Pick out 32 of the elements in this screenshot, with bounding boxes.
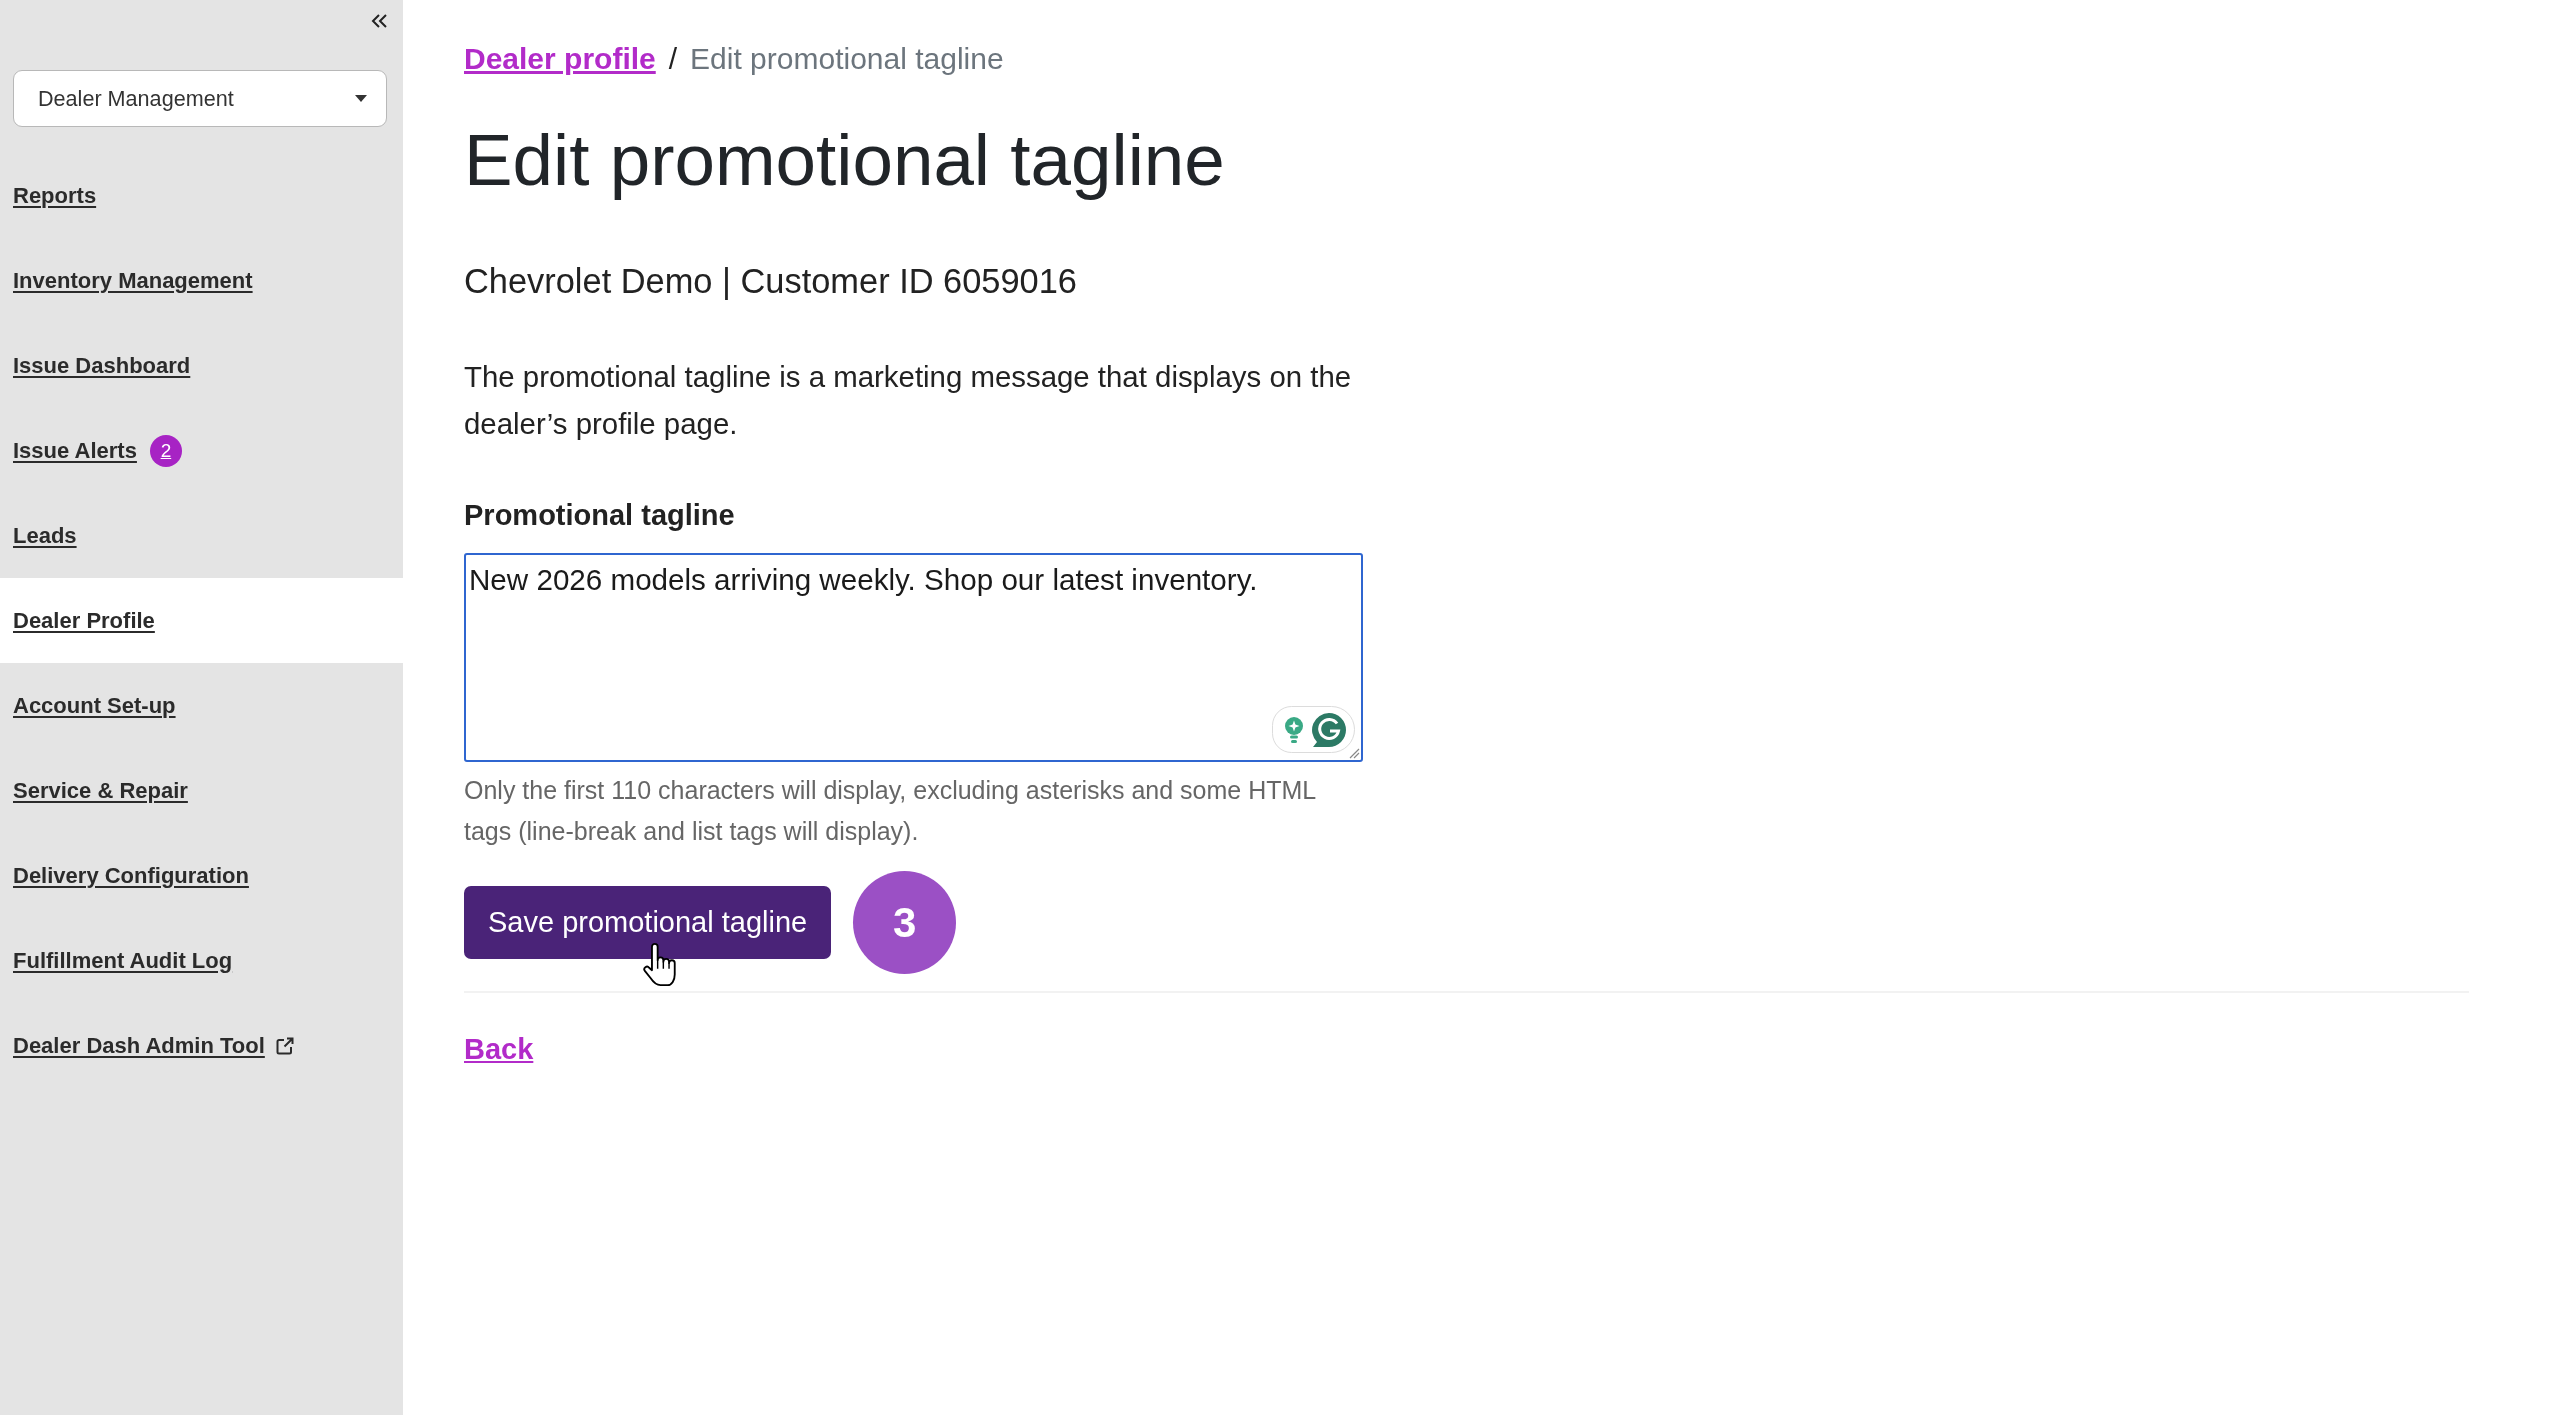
breadcrumb-separator: / [668,41,678,77]
field-label: Promotional tagline [464,498,735,533]
hand-cursor-icon [642,940,679,989]
sidebar-link[interactable]: Leads [0,493,403,578]
dropdown-select[interactable]: Dealer Management [13,70,387,127]
sidebar-link[interactable]: Inventory Management [0,238,403,323]
sidebar-link[interactable]: Dealer Dash Admin Tool [0,1003,403,1088]
description-text: The promotional tagline is a marketing message that displays on the dealer’s profile page. [464,359,1353,442]
resize-handle[interactable] [1349,748,1360,759]
external-link-icon [274,1035,295,1056]
sidebar-link[interactable]: Account Set-up [0,663,403,748]
sidebar-link[interactable]: Issue Alerts 2 [0,408,403,493]
sidebar-link[interactable]: Reports [0,153,403,238]
back-link[interactable]: Back [464,1029,534,1069]
sidebar-link[interactable]: Issue Dashboard [0,323,403,408]
lightbulb-icon[interactable] [1284,715,1304,744]
help-text: Only the first 110 characters will display, excluding asterisks and some HTML tags (line-break and list tags will display). [464,775,1317,847]
sidebar-link[interactable]: Delivery Configuration [0,833,403,918]
tagline-field[interactable]: New 2026 models arriving weekly. Shop our latest inventory. [464,553,1363,762]
caret-icon [355,95,367,102]
count-badge: 2 [149,434,182,467]
customer-info: Chevrolet Demo | Customer ID 6059016 [464,261,1077,302]
breadcrumb-link[interactable]: Dealer profile [464,38,656,80]
save-button[interactable]: Save promotional tagline [464,886,832,959]
breadcrumb-current: Edit promotional tagline [690,41,1004,77]
sidebar-link[interactable]: Fulfillment Audit Log [0,918,403,1003]
logo-icon[interactable] [1310,711,1346,748]
sidebar-link[interactable]: Service & Repair [0,748,403,833]
step-marker: 3 [853,871,957,974]
sidebar-link[interactable]: Dealer Profile [0,578,403,663]
page-title: Edit promotional tagline [464,118,1225,202]
double-chevron-icon[interactable] [371,13,388,29]
